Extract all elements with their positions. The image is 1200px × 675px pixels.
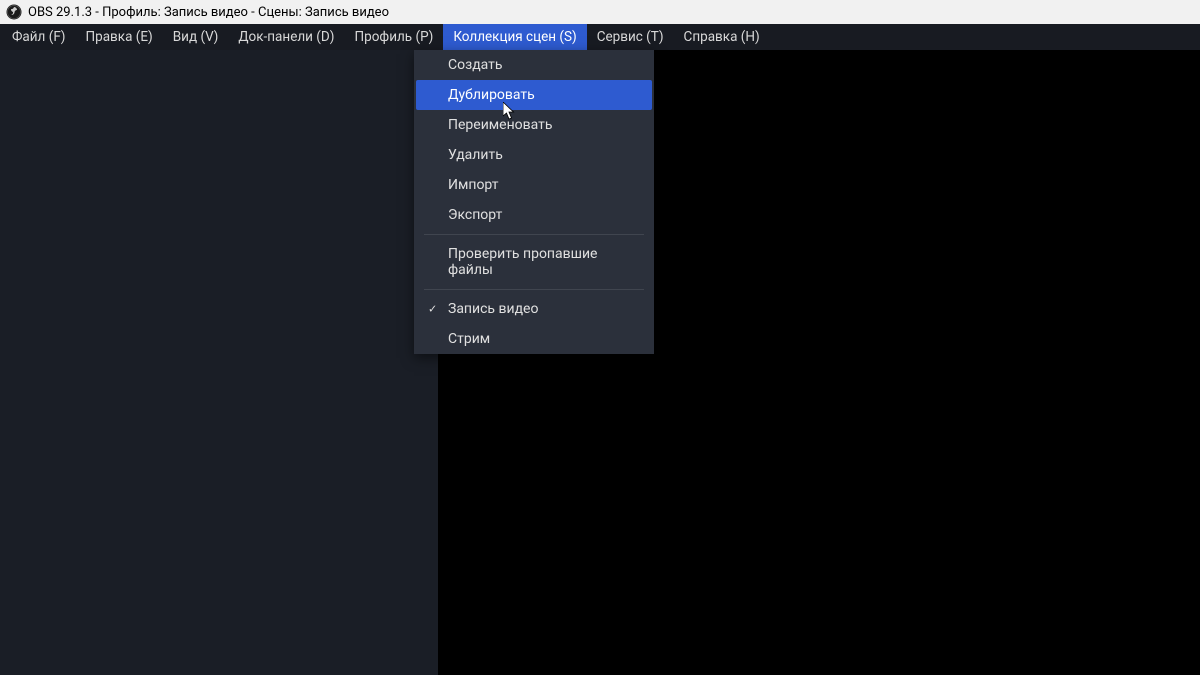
dropdown-item-export[interactable]: Экспорт	[414, 200, 654, 230]
titlebar-text: OBS 29.1.3 - Профиль: Запись видео - Сце…	[28, 5, 389, 20]
menu-view[interactable]: Вид (V)	[163, 24, 229, 50]
titlebar: OBS 29.1.3 - Профиль: Запись видео - Сце…	[0, 0, 1200, 24]
check-icon: ✓	[428, 303, 437, 316]
menu-dock-panels[interactable]: Док-панели (D)	[228, 24, 344, 50]
left-panel	[0, 50, 438, 675]
dropdown-item-check-missing[interactable]: Проверить пропавшие файлы	[414, 239, 654, 285]
dropdown-separator	[424, 289, 644, 290]
menu-edit[interactable]: Правка (E)	[76, 24, 163, 50]
menu-profile[interactable]: Профиль (P)	[344, 24, 443, 50]
dropdown-item-create[interactable]: Создать	[414, 50, 654, 80]
menu-help[interactable]: Справка (H)	[674, 24, 770, 50]
menu-file[interactable]: Файл (F)	[2, 24, 76, 50]
dropdown-item-delete[interactable]: Удалить	[414, 140, 654, 170]
obs-logo-icon	[6, 4, 22, 20]
menu-scene-collection[interactable]: Коллекция сцен (S)	[443, 24, 586, 50]
menubar: Файл (F) Правка (E) Вид (V) Док-панели (…	[0, 24, 1200, 50]
dropdown-separator	[424, 234, 644, 235]
scene-collection-dropdown: Создать Дублировать Переименовать Удалит…	[414, 50, 654, 354]
dropdown-item-import[interactable]: Импорт	[414, 170, 654, 200]
dropdown-item-scene-recording[interactable]: ✓ Запись видео	[414, 294, 654, 324]
dropdown-item-rename[interactable]: Переименовать	[414, 110, 654, 140]
menu-tools[interactable]: Сервис (T)	[587, 24, 674, 50]
dropdown-item-scene-stream[interactable]: Стрим	[414, 324, 654, 354]
dropdown-item-duplicate[interactable]: Дублировать	[416, 80, 652, 110]
